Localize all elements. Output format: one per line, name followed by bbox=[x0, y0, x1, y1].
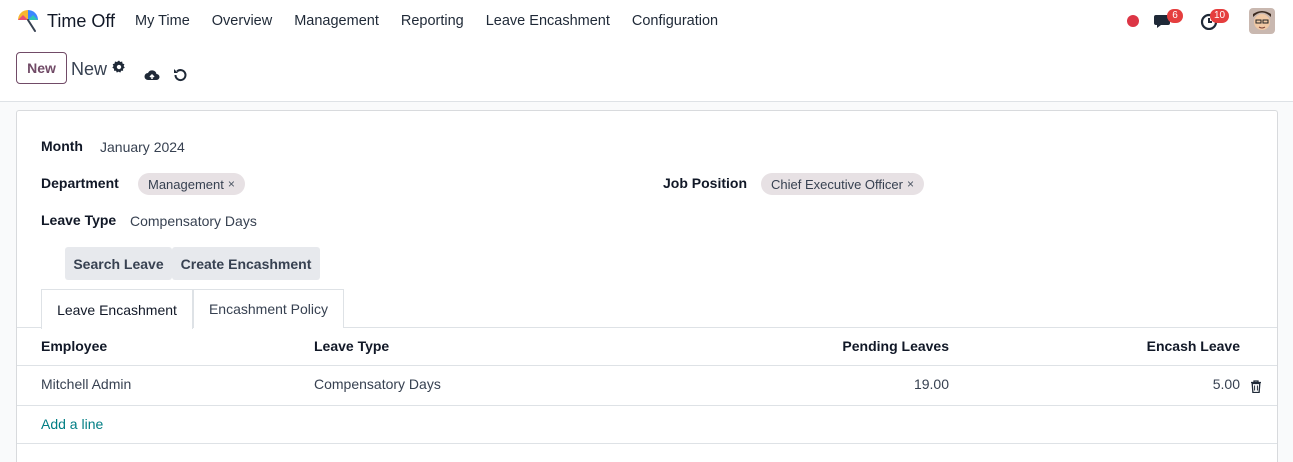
menu-my-time[interactable]: My Time bbox=[124, 13, 201, 29]
new-button[interactable]: New bbox=[16, 52, 67, 84]
cloud-upload-save-icon[interactable] bbox=[144, 67, 160, 83]
encash-leave-cell[interactable]: 5.00 bbox=[1097, 376, 1240, 392]
leave-type-field[interactable]: Compensatory Days bbox=[130, 213, 257, 229]
notebook-tabs: Leave Encashment Encashment Policy bbox=[17, 289, 1277, 329]
column-header-pending-leaves[interactable]: Pending Leaves bbox=[797, 338, 949, 354]
table-header-divider bbox=[17, 365, 1277, 366]
top-navbar: Time Off My Time Overview Management Rep… bbox=[0, 0, 1293, 42]
month-field[interactable]: January 2024 bbox=[100, 139, 185, 155]
app-name[interactable]: Time Off bbox=[47, 11, 115, 32]
control-panel: New New bbox=[0, 42, 1293, 102]
gear-icon[interactable] bbox=[112, 60, 126, 74]
table-footer-divider bbox=[17, 443, 1277, 444]
main-menu: My Time Overview Management Reporting Le… bbox=[124, 0, 729, 42]
employee-cell[interactable]: Mitchell Admin bbox=[41, 376, 131, 392]
trash-icon[interactable] bbox=[1250, 380, 1262, 393]
department-tag[interactable]: Management × bbox=[138, 173, 245, 195]
table-row-divider bbox=[17, 405, 1277, 406]
job-position-label: Job Position bbox=[663, 175, 747, 191]
pending-leaves-cell[interactable]: 19.00 bbox=[797, 376, 949, 392]
menu-reporting[interactable]: Reporting bbox=[390, 13, 475, 29]
record-title: New bbox=[71, 59, 108, 79]
create-encashment-button[interactable]: Create Encashment bbox=[172, 247, 320, 280]
messages-count-badge: 6 bbox=[1167, 9, 1183, 23]
recording-indicator-icon[interactable] bbox=[1127, 15, 1139, 27]
column-header-employee[interactable]: Employee bbox=[41, 338, 107, 354]
menu-overview[interactable]: Overview bbox=[201, 13, 283, 29]
menu-configuration[interactable]: Configuration bbox=[621, 13, 729, 29]
leave-type-cell[interactable]: Compensatory Days bbox=[314, 376, 441, 392]
menu-leave-encashment[interactable]: Leave Encashment bbox=[475, 13, 621, 29]
time-off-app-icon[interactable] bbox=[15, 8, 41, 34]
department-tag-text: Management bbox=[148, 176, 224, 192]
column-header-encash-leave[interactable]: Encash Leave bbox=[1097, 338, 1240, 354]
remove-job-position-tag-icon[interactable]: × bbox=[907, 177, 914, 191]
remove-department-tag-icon[interactable]: × bbox=[228, 177, 235, 191]
search-leave-button[interactable]: Search Leave bbox=[65, 247, 172, 280]
menu-management[interactable]: Management bbox=[283, 13, 390, 29]
job-position-tag[interactable]: Chief Executive Officer × bbox=[761, 173, 924, 195]
tab-encashment-policy[interactable]: Encashment Policy bbox=[193, 289, 344, 328]
column-header-leave-type[interactable]: Leave Type bbox=[314, 338, 389, 354]
department-label: Department bbox=[41, 175, 119, 191]
discard-undo-icon[interactable] bbox=[172, 67, 188, 83]
month-label: Month bbox=[41, 138, 83, 154]
job-position-tag-text: Chief Executive Officer bbox=[771, 176, 903, 192]
form-sheet: Month January 2024 Department Management… bbox=[16, 110, 1278, 462]
tab-leave-encashment[interactable]: Leave Encashment bbox=[41, 289, 193, 329]
leave-type-label: Leave Type bbox=[41, 212, 117, 228]
user-avatar[interactable] bbox=[1249, 8, 1275, 34]
activities-count-badge: 10 bbox=[1210, 9, 1230, 23]
add-a-line-link[interactable]: Add a line bbox=[41, 416, 103, 432]
